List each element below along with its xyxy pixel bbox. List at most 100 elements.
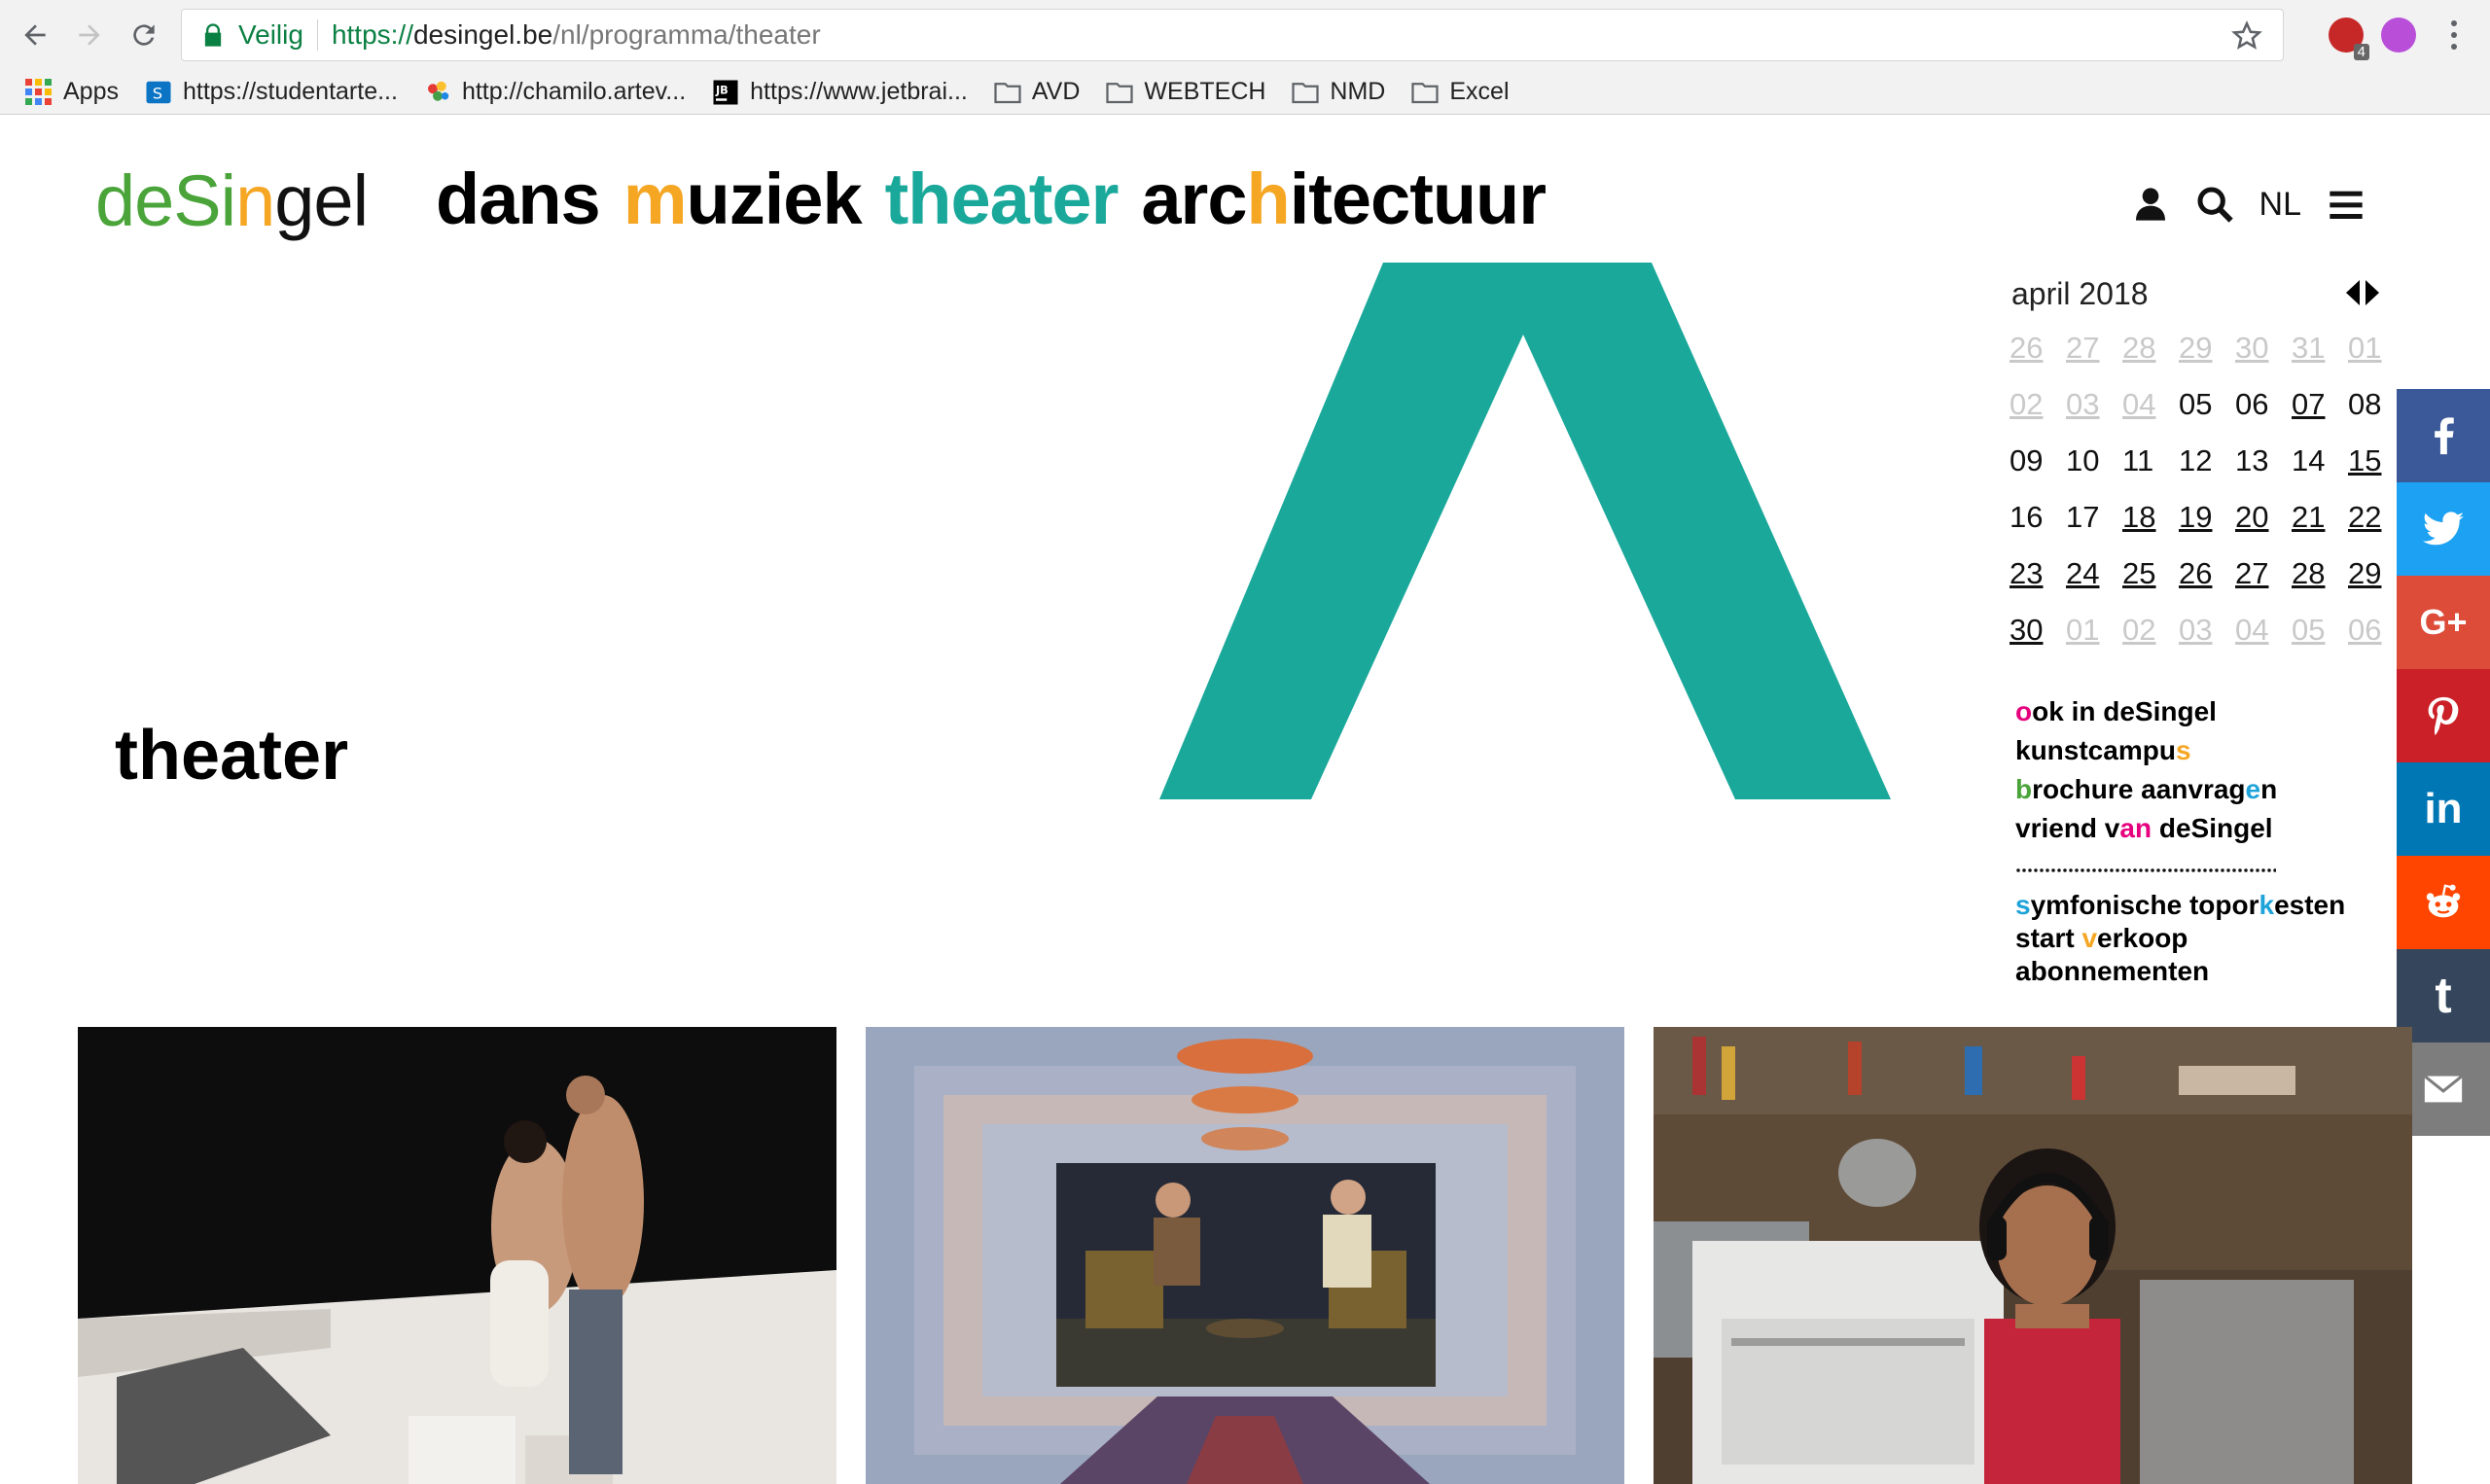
calendar-day: 13 bbox=[2235, 443, 2269, 477]
bookmark-star-icon[interactable] bbox=[2230, 19, 2263, 53]
reload-icon bbox=[133, 24, 155, 46]
calendar-day: 11 bbox=[2122, 443, 2154, 477]
calendar-day[interactable]: 21 bbox=[2292, 500, 2348, 556]
calendar-day: 02 bbox=[2122, 613, 2156, 647]
twitter-share-button[interactable] bbox=[2397, 482, 2490, 576]
calendar-day[interactable]: 30 bbox=[2010, 613, 2066, 669]
folder-icon bbox=[1411, 82, 1439, 103]
production-photo-interview bbox=[866, 1027, 1624, 1484]
tumblr-icon: t bbox=[2435, 968, 2452, 1024]
search-icon[interactable] bbox=[2195, 185, 2234, 224]
calendar-day: 03 bbox=[2066, 387, 2100, 421]
nav-muziek[interactable]: muziek bbox=[623, 159, 863, 239]
calendar-nav bbox=[2346, 280, 2379, 305]
extension-purple-icon[interactable] bbox=[2381, 18, 2416, 53]
calendar-day: 30 bbox=[2235, 331, 2269, 365]
calendar-day: 10 bbox=[2066, 443, 2100, 477]
link-letter: an bbox=[2119, 813, 2152, 843]
header-icons: NL bbox=[2131, 185, 2366, 224]
calendar-day: 12 bbox=[2179, 443, 2213, 477]
link-vriend-van-desingel[interactable]: vriend van deSingel bbox=[2015, 809, 2277, 848]
calendar-day: 28 bbox=[2122, 331, 2156, 365]
link-text: vriend v bbox=[2015, 813, 2120, 843]
link-letter: s bbox=[2175, 735, 2191, 765]
address-bar[interactable]: Veilig https://desingel.be/nl/programma/… bbox=[181, 9, 2284, 61]
link-start-verkoop[interactable]: start verkoop bbox=[2015, 922, 2345, 955]
calendar-day[interactable]: 27 bbox=[2235, 556, 2292, 613]
nav-architectuur[interactable]: architectuur bbox=[1141, 159, 1547, 239]
calendar-prev-icon[interactable] bbox=[2346, 280, 2360, 305]
forward-button[interactable] bbox=[68, 14, 111, 56]
apps-grid-icon bbox=[25, 79, 52, 105]
bookmark-folder-avd[interactable]: AVD bbox=[993, 78, 1080, 107]
email-icon bbox=[2423, 1075, 2464, 1103]
calendar-day[interactable]: 24 bbox=[2066, 556, 2122, 613]
calendar-day[interactable]: 25 bbox=[2122, 556, 2179, 613]
language-switch[interactable]: NL bbox=[2259, 186, 2301, 224]
nav-dans[interactable]: dans bbox=[436, 159, 601, 239]
bookmark-folder-excel[interactable]: Excel bbox=[1410, 78, 1510, 107]
link-text: deSingel bbox=[2152, 813, 2273, 843]
facebook-share-button[interactable] bbox=[2397, 389, 2490, 482]
bookmark-folder-nmd[interactable]: NMD bbox=[1291, 78, 1385, 107]
link-kunstcampus[interactable]: kunstcampus bbox=[2015, 731, 2277, 770]
folder-icon bbox=[1292, 82, 1320, 103]
reddit-icon bbox=[2426, 884, 2461, 918]
separator bbox=[316, 19, 318, 51]
theater-chevron-graphic bbox=[1159, 263, 1891, 799]
page-title: theater bbox=[115, 717, 349, 795]
secure-label: Veilig bbox=[238, 19, 303, 50]
calendar-day[interactable]: 23 bbox=[2010, 556, 2066, 613]
production-thumbnail-3[interactable] bbox=[1654, 1027, 2412, 1484]
calendar-day[interactable]: 20 bbox=[2235, 500, 2292, 556]
calendar-next-icon[interactable] bbox=[2366, 280, 2379, 305]
link-ook-in-desingel[interactable]: ook in deSingel bbox=[2015, 692, 2277, 731]
production-thumbnail-1[interactable] bbox=[78, 1027, 836, 1484]
calendar-day: 05 bbox=[2179, 387, 2213, 421]
link-symfonische-toporkesten[interactable]: symfonische toporkesten bbox=[2015, 889, 2345, 922]
url-text[interactable]: https://desingel.be/nl/programma/theater bbox=[332, 19, 821, 51]
adblock-extension-icon[interactable]: 4 bbox=[2329, 18, 2369, 60]
desingel-logo[interactable]: deSingel bbox=[95, 159, 369, 242]
link-text: kunstcampu bbox=[2015, 735, 2176, 765]
reload-button[interactable] bbox=[123, 14, 165, 56]
pinterest-share-button[interactable] bbox=[2397, 669, 2490, 762]
calendar-day[interactable]: 26 bbox=[2179, 556, 2235, 613]
linkedin-share-button[interactable]: in bbox=[2397, 762, 2490, 856]
nav-theater[interactable]: theater bbox=[885, 159, 1120, 239]
logo-part: gel bbox=[274, 160, 369, 241]
bookmark-studentarte[interactable]: S https://studentarte... bbox=[144, 78, 398, 107]
reddit-share-button[interactable] bbox=[2397, 856, 2490, 949]
calendar-day: 16 bbox=[2010, 500, 2044, 534]
extension-badge: 4 bbox=[2353, 44, 2369, 60]
promo-links: symfonische toporkesten start verkoop ab… bbox=[2015, 889, 2345, 988]
production-thumbnail-2[interactable] bbox=[866, 1027, 1624, 1484]
calendar-day[interactable]: 07 bbox=[2292, 387, 2348, 443]
calendar-day: 26 bbox=[2010, 331, 2044, 365]
calendar-day: 06 bbox=[2235, 387, 2269, 421]
bookmark-chamilo[interactable]: http://chamilo.artev... bbox=[423, 78, 686, 107]
bookmark-jetbrains[interactable]: JB https://www.jetbrai... bbox=[711, 78, 968, 107]
calendar-day: 04 bbox=[2122, 387, 2156, 421]
bookmark-apps[interactable]: Apps bbox=[0, 78, 119, 106]
logo-part: deSi bbox=[95, 160, 236, 241]
link-text: erkoop bbox=[2097, 923, 2188, 953]
calendar-day[interactable]: 28 bbox=[2292, 556, 2348, 613]
link-brochure-aanvragen[interactable]: brochure aanvragen bbox=[2015, 770, 2277, 809]
nav-letter: h bbox=[1246, 159, 1290, 239]
back-button[interactable] bbox=[14, 14, 56, 56]
user-icon[interactable] bbox=[2131, 185, 2170, 224]
link-text: n bbox=[2260, 774, 2278, 804]
calendar-day: 01 bbox=[2348, 331, 2382, 365]
browser-menu-button[interactable] bbox=[2439, 14, 2469, 56]
logo-part: n bbox=[235, 160, 275, 241]
google-plus-share-button[interactable]: G+ bbox=[2397, 576, 2490, 669]
link-letter: s bbox=[2015, 890, 2031, 920]
hamburger-menu-icon[interactable] bbox=[2327, 185, 2366, 224]
bookmark-folder-webtech[interactable]: WEBTECH bbox=[1105, 78, 1265, 107]
calendar-day[interactable]: 18 bbox=[2122, 500, 2179, 556]
browser-toolbar: Veilig https://desingel.be/nl/programma/… bbox=[0, 0, 2490, 70]
calendar-day: 09 bbox=[2010, 443, 2044, 477]
link-abonnementen[interactable]: abonnementen bbox=[2015, 955, 2345, 988]
calendar-day[interactable]: 19 bbox=[2179, 500, 2235, 556]
